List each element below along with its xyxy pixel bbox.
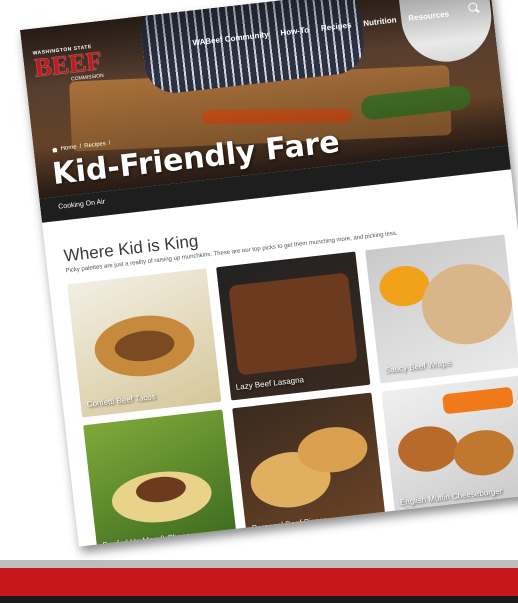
recipe-card-label: Saucy Beef Wraps [384, 358, 452, 375]
subnav-cooking-on-air[interactable]: Cooking On Air [58, 198, 106, 210]
recipe-card-label: Beefed Up Mac & Cheese [102, 530, 196, 547]
recipe-card-beefed-up-mac-cheese[interactable]: Beefed Up Mac & Cheese [83, 409, 238, 547]
recipe-grid: Confetti Beef Tacos Lazy Beef Lasagna Sa… [67, 234, 518, 547]
bottom-red-stripe [0, 568, 518, 598]
home-icon [52, 147, 59, 153]
recipe-card-english-muffin-cheeseburger-pizzas[interactable]: English Muffin Cheeseburger Pizzas [381, 375, 518, 525]
site-logo[interactable]: WASHINGTON STATE BEEF COMMISSION [32, 43, 104, 86]
recipe-card-confetti-beef-tacos[interactable]: Confetti Beef Tacos [67, 268, 222, 418]
webpage-printout: WASHINGTON STATE BEEF COMMISSION WABeef … [20, 0, 518, 547]
recipe-card-personal-beef-pizzas[interactable]: Personal Beef Pizzas [232, 392, 387, 542]
recipe-card-label: Confetti Beef Tacos [86, 392, 157, 409]
recipe-card-lazy-beef-lasagna[interactable]: Lazy Beef Lasagna [216, 251, 371, 401]
breadcrumb-separator: / [79, 143, 82, 150]
search-icon[interactable] [467, 2, 478, 13]
recipe-card-label: English Muffin Cheeseburger Pizzas [399, 486, 503, 516]
bottom-dark-stripe [0, 596, 518, 603]
recipe-card-saucy-beef-wraps[interactable]: Saucy Beef Wraps [365, 234, 518, 384]
recipe-card-label: Personal Beef Pizzas [251, 515, 328, 533]
